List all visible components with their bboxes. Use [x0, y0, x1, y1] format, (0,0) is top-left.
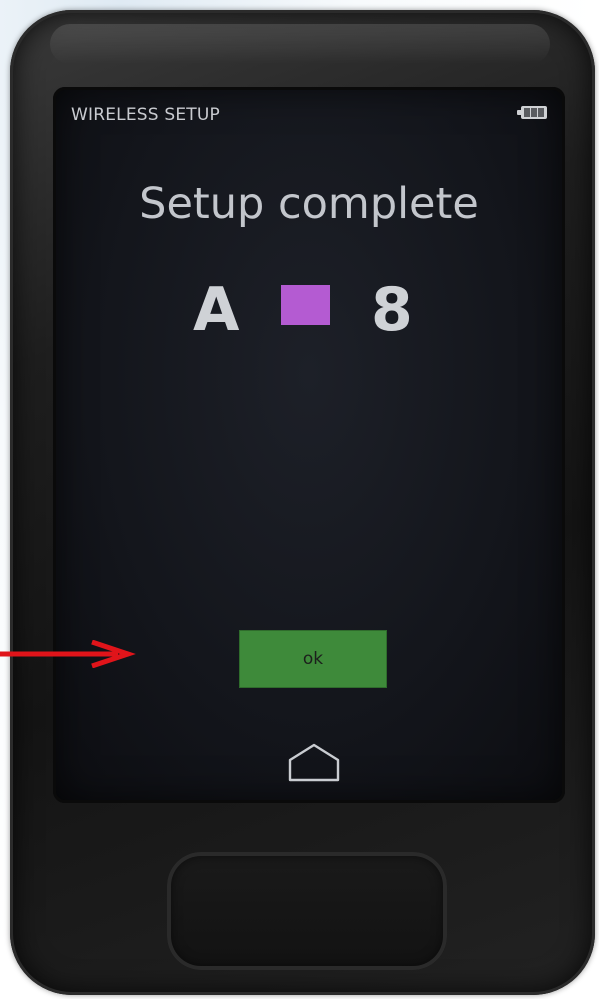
arrow-right-icon [0, 640, 136, 668]
device-sheen [50, 24, 550, 64]
ok-button[interactable]: ok [239, 630, 387, 688]
battery-full-icon [517, 106, 547, 119]
pairing-code-letter: A [193, 275, 240, 345]
status-title: WIRELESS SETUP [71, 105, 220, 125]
battery-cell [531, 108, 537, 117]
pairing-code: A 8 [53, 275, 565, 345]
hardware-home-button[interactable] [167, 852, 447, 970]
pairing-code-color-swatch [281, 285, 330, 325]
status-bar: WIRELESS SETUP [53, 87, 565, 127]
battery-cell [538, 108, 544, 117]
page-title: Setup complete [139, 179, 479, 229]
device-body: WIRELESS SETUP Setup complete A 8 ok [10, 10, 595, 995]
page: WIRELESS SETUP Setup complete A 8 ok [0, 0, 599, 999]
battery-cell [524, 108, 530, 117]
touch-screen: WIRELESS SETUP Setup complete A 8 ok [53, 87, 565, 803]
pairing-code-number: 8 [371, 275, 413, 345]
home-icon[interactable] [286, 742, 342, 782]
ok-button-label: ok [302, 649, 324, 669]
